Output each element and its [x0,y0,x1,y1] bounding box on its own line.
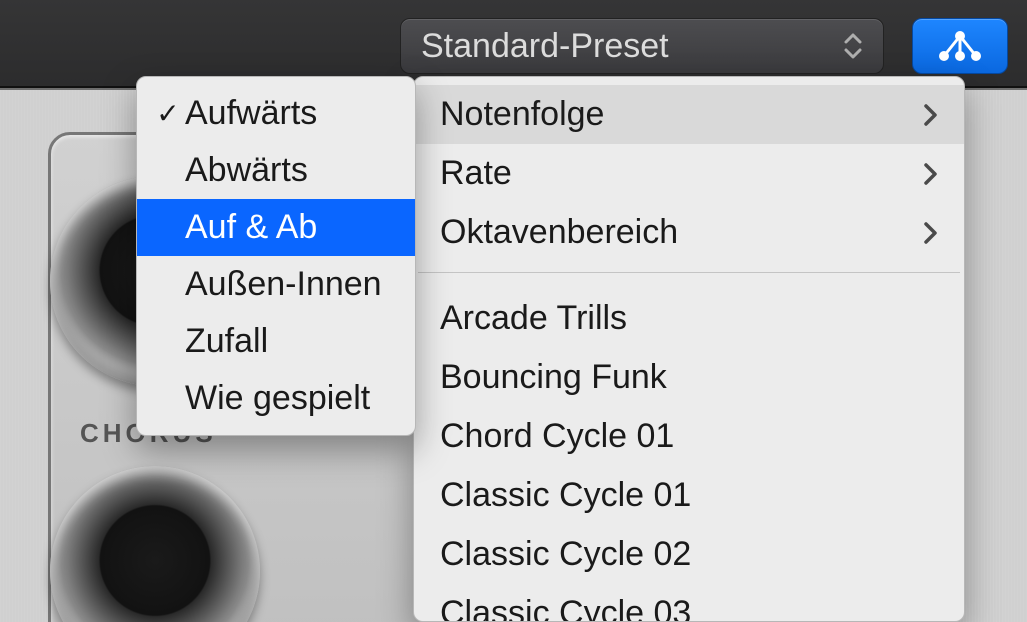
preset-menu[interactable]: Notenfolge Rate Oktavenbereich Arcade Trill… [413,76,965,622]
preset-item-label: Bouncing Funk [440,358,938,397]
share-button[interactable] [912,18,1008,74]
submenu-item-label: Wie gespielt [185,379,395,418]
network-icon [936,29,984,63]
submenu-item[interactable]: Auf & Ab [137,199,415,256]
menu-item-label: Notenfolge [440,95,922,134]
submenu-item-label: Aufwärts [185,94,395,133]
menu-item-rate[interactable]: Rate [414,144,964,203]
check-icon: ✓ [151,97,185,130]
preset-item-label: Classic Cycle 01 [440,476,938,515]
submenu-item-label: Außen-Innen [185,265,395,304]
preset-item[interactable]: Classic Cycle 01 [414,466,964,525]
preset-item[interactable]: Chord Cycle 01 [414,407,964,466]
preset-dropdown[interactable]: Standard-Preset [400,18,884,74]
preset-item-label: Classic Cycle 03 [440,594,938,622]
menu-item-label: Rate [440,154,922,193]
preset-item[interactable]: Bouncing Funk [414,348,964,407]
preset-item[interactable]: Classic Cycle 03 [414,584,964,622]
notenfolge-submenu[interactable]: ✓Aufwärts Abwärts Auf & Ab Außen-Innen Zufal… [136,76,416,436]
menu-item-label: Oktavenbereich [440,213,922,252]
submenu-item[interactable]: Wie gespielt [137,370,415,427]
preset-item-label: Classic Cycle 02 [440,535,938,574]
menu-item-oktavenbereich[interactable]: Oktavenbereich [414,203,964,262]
submenu-item[interactable]: Außen-Innen [137,256,415,313]
submenu-item-label: Abwärts [185,151,395,190]
chevron-right-icon [922,102,938,128]
chevron-right-icon [922,220,938,246]
preset-item[interactable]: Arcade Trills [414,289,964,348]
submenu-item[interactable]: Abwärts [137,142,415,199]
submenu-item[interactable]: ✓Aufwärts [137,85,415,142]
menu-separator [418,272,960,273]
submenu-item[interactable]: Zufall [137,313,415,370]
submenu-item-label: Zufall [185,322,395,361]
preset-dropdown-label: Standard-Preset [421,27,669,66]
menu-item-notenfolge[interactable]: Notenfolge [414,85,964,144]
updown-chevron-icon [843,31,863,61]
preset-item-label: Arcade Trills [440,299,938,338]
preset-item[interactable]: Classic Cycle 02 [414,525,964,584]
chevron-right-icon [922,161,938,187]
toolbar: Standard-Preset [0,0,1027,88]
submenu-item-label: Auf & Ab [185,208,395,247]
preset-item-label: Chord Cycle 01 [440,417,938,456]
